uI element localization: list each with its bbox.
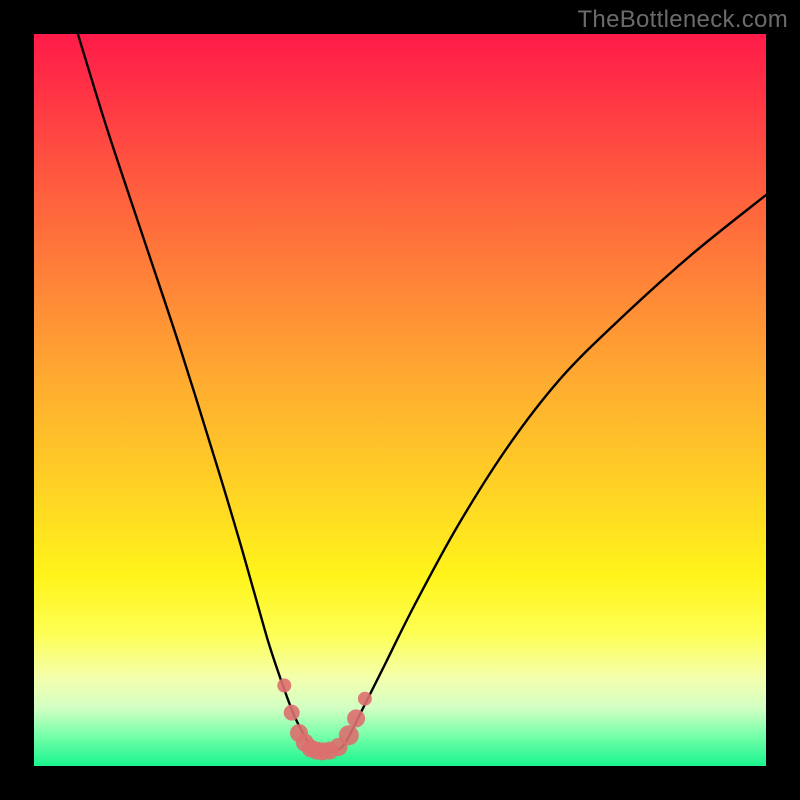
curve-marker xyxy=(358,692,372,706)
curve-marker xyxy=(277,679,291,693)
chart-frame: TheBottleneck.com xyxy=(0,0,800,800)
chart-svg xyxy=(34,34,766,766)
plot-area xyxy=(34,34,766,766)
curve-marker xyxy=(339,725,359,745)
marker-group xyxy=(277,679,372,761)
curve-marker xyxy=(284,705,300,721)
bottleneck-curve xyxy=(78,34,766,752)
watermark-text: TheBottleneck.com xyxy=(577,6,788,34)
curve-marker xyxy=(347,709,365,727)
